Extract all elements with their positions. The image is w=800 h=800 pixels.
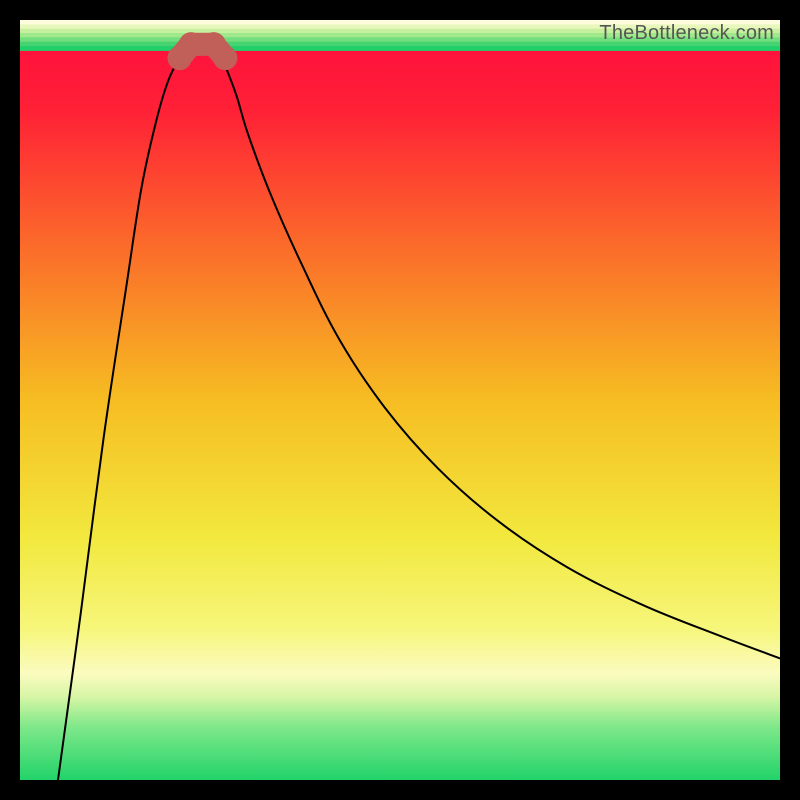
chart-frame: TheBottleneck.com — [0, 0, 800, 800]
watermark-text: TheBottleneck.com — [599, 22, 774, 45]
valley-marker-1 — [179, 32, 203, 56]
chart-plot-area: TheBottleneck.com — [20, 20, 780, 780]
chart-background-gradient — [20, 20, 780, 780]
valley-marker-3 — [213, 46, 237, 70]
chart-svg — [20, 20, 780, 780]
